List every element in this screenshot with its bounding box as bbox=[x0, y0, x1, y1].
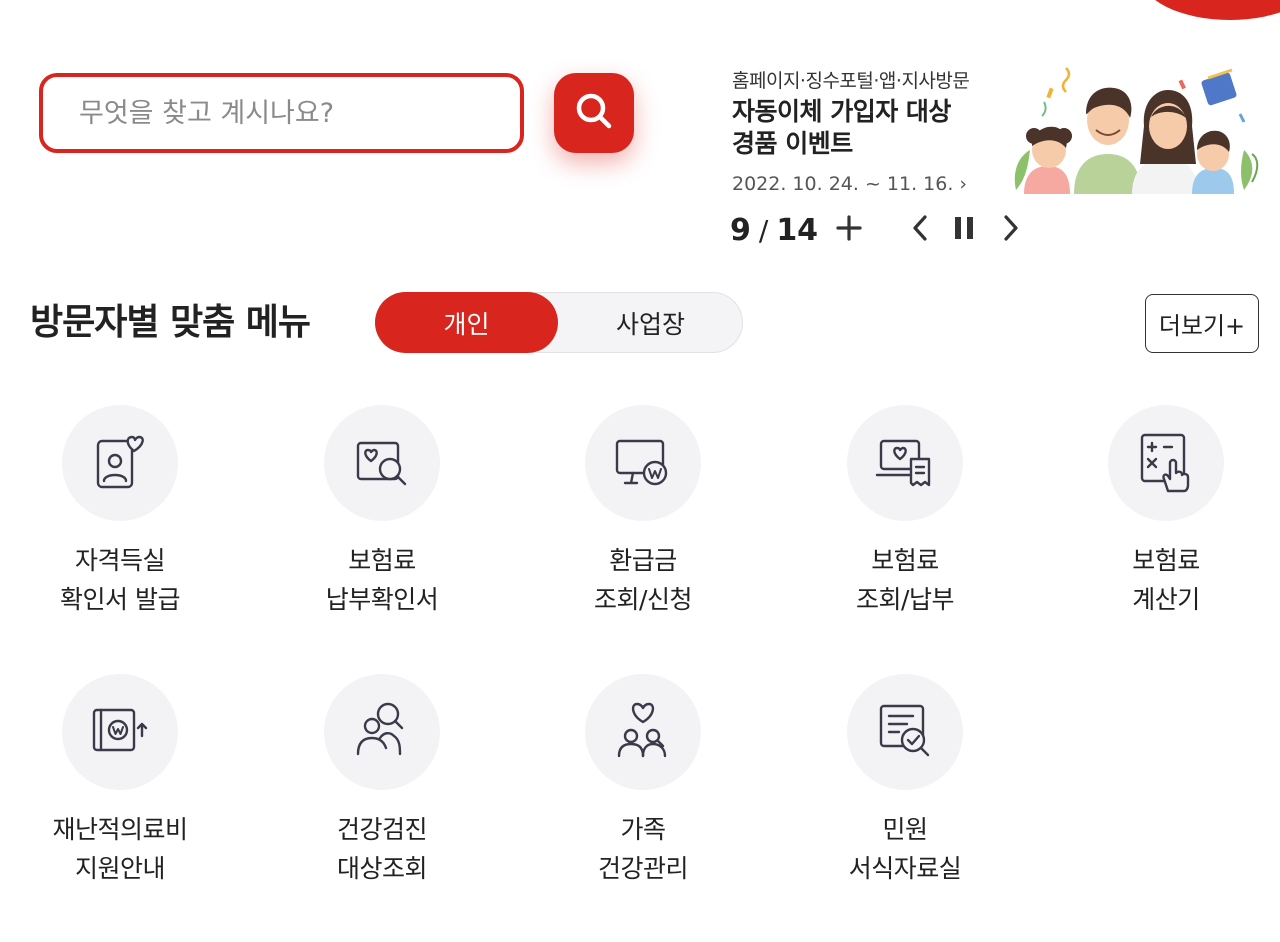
menu-label-line2: 지원안내 bbox=[74, 854, 166, 883]
banner-date[interactable]: 2022. 10. 24. ~ 11. 16. › bbox=[732, 173, 967, 195]
document-check-icon bbox=[873, 698, 937, 766]
menu-item[interactable]: 보험료 계산기 bbox=[1046, 405, 1280, 619]
menu-icon-circle bbox=[847, 674, 963, 790]
menu-item[interactable]: 보험료 조회/납부 bbox=[785, 405, 1025, 619]
menu-label: 보험료 납부확인서 bbox=[262, 541, 502, 619]
search-box bbox=[39, 73, 524, 153]
menu-item[interactable]: 가족 건강관리 bbox=[523, 674, 763, 888]
slide-controls: 9 / 14 bbox=[730, 208, 818, 252]
chevron-right-icon bbox=[1001, 214, 1021, 246]
menu-label: 자격득실 확인서 발급 bbox=[0, 541, 240, 619]
menu-label-line1: 가족 bbox=[620, 815, 666, 844]
menu-label-line1: 환급금 bbox=[609, 546, 677, 575]
menu-item[interactable]: 재난적의료비 지원안내 bbox=[0, 674, 240, 888]
corner-decoration bbox=[1140, 0, 1280, 20]
pause-icon bbox=[952, 215, 976, 245]
visitor-type-toggle: 개인 사업장 bbox=[375, 292, 743, 353]
people-search-icon bbox=[350, 698, 414, 766]
banner-subtitle: 홈페이지·징수포털·앱·지사방문 bbox=[732, 70, 970, 92]
search-button[interactable] bbox=[554, 73, 634, 153]
pause-button[interactable] bbox=[948, 214, 980, 246]
slide-counter: 9 / 14 bbox=[730, 213, 818, 248]
banner-title-line1: 자동이체 가입자 대상 bbox=[732, 97, 951, 126]
book-won-icon bbox=[88, 698, 152, 766]
menu-label-line2: 대상조회 bbox=[336, 854, 428, 883]
plus-icon bbox=[835, 214, 863, 246]
menu-icon-circle bbox=[1108, 405, 1224, 521]
menu-label: 환급금 조회/신청 bbox=[523, 541, 763, 619]
menu-item[interactable]: 보험료 납부확인서 bbox=[262, 405, 502, 619]
menu-label-line2: 조회/신청 bbox=[594, 585, 692, 614]
section-title: 방문자별 맞춤 메뉴 bbox=[30, 302, 311, 343]
menu-label-line2: 계산기 bbox=[1132, 585, 1200, 614]
next-slide-button[interactable] bbox=[995, 214, 1027, 246]
menu-icon-circle bbox=[585, 674, 701, 790]
menu-icon-circle bbox=[324, 674, 440, 790]
calculator-touch-icon bbox=[1134, 429, 1198, 497]
menu-label: 보험료 조회/납부 bbox=[785, 541, 1025, 619]
menu-item[interactable]: 환급금 조회/신청 bbox=[523, 405, 763, 619]
laptop-receipt-icon bbox=[873, 429, 937, 497]
menu-label-line1: 건강검진 bbox=[336, 815, 428, 844]
menu-label: 보험료 계산기 bbox=[1046, 541, 1280, 619]
menu-item[interactable]: 민원 서식자료실 bbox=[785, 674, 1025, 888]
menu-label-line1: 보험료 bbox=[348, 546, 416, 575]
search-heart-document-icon bbox=[350, 429, 414, 497]
menu-label-line1: 민원 bbox=[882, 815, 928, 844]
toggle-personal[interactable]: 개인 bbox=[375, 292, 558, 353]
chevron-right-icon: › bbox=[959, 173, 967, 195]
menu-label: 민원 서식자료실 bbox=[785, 810, 1025, 888]
menu-label: 건강검진 대상조회 bbox=[262, 810, 502, 888]
menu-label: 가족 건강관리 bbox=[523, 810, 763, 888]
menu-label-line2: 서식자료실 bbox=[848, 854, 962, 883]
slide-separator: / bbox=[758, 213, 769, 247]
menu-icon-circle bbox=[324, 405, 440, 521]
menu-icon-circle bbox=[585, 405, 701, 521]
slide-current: 9 bbox=[730, 212, 751, 248]
menu-label-line2: 건강관리 bbox=[597, 854, 689, 883]
slide-total: 14 bbox=[776, 212, 819, 248]
menu-icon-circle bbox=[62, 674, 178, 790]
search-icon bbox=[572, 89, 616, 137]
search-input[interactable] bbox=[43, 77, 520, 149]
menu-label-line1: 재난적의료비 bbox=[52, 815, 188, 844]
add-button[interactable] bbox=[833, 214, 865, 246]
menu-label-line1: 보험료 bbox=[871, 546, 939, 575]
certificate-heart-icon bbox=[88, 429, 152, 497]
more-button[interactable]: 더보기+ bbox=[1145, 294, 1259, 353]
banner-title[interactable]: 자동이체 가입자 대상 경품 이벤트 bbox=[732, 96, 951, 160]
menu-label-line1: 자격득실 bbox=[74, 546, 166, 575]
menu-item[interactable]: 건강검진 대상조회 bbox=[262, 674, 502, 888]
toggle-business[interactable]: 사업장 bbox=[559, 292, 742, 353]
monitor-won-icon bbox=[611, 429, 675, 497]
menu-label-line2: 조회/납부 bbox=[856, 585, 954, 614]
menu-label: 재난적의료비 지원안내 bbox=[0, 810, 240, 888]
family-heart-icon bbox=[611, 698, 675, 766]
banner-title-line2: 경품 이벤트 bbox=[732, 129, 853, 158]
family-illustration[interactable] bbox=[1008, 62, 1260, 194]
menu-icon-circle bbox=[847, 405, 963, 521]
menu-label-line2: 확인서 발급 bbox=[60, 585, 180, 614]
menu-label-line1: 보험료 bbox=[1132, 546, 1200, 575]
chevron-left-icon bbox=[910, 214, 930, 246]
menu-item[interactable]: 자격득실 확인서 발급 bbox=[0, 405, 240, 619]
menu-icon-circle bbox=[62, 405, 178, 521]
prev-slide-button[interactable] bbox=[904, 214, 936, 246]
menu-label-line2: 납부확인서 bbox=[325, 585, 439, 614]
banner-date-text: 2022. 10. 24. ~ 11. 16. bbox=[732, 173, 954, 195]
